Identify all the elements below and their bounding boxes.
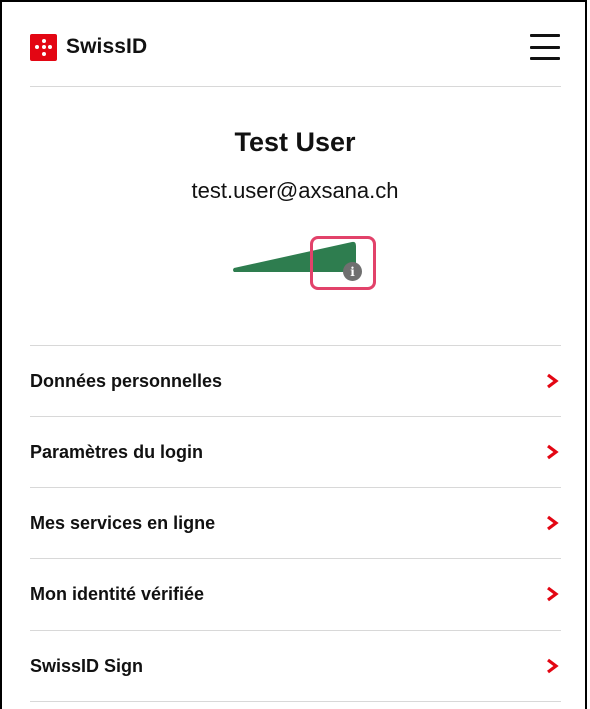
profile-email: test.user@axsana.ch xyxy=(191,178,399,203)
swissid-logo-icon xyxy=(30,33,57,61)
hamburger-menu-icon[interactable] xyxy=(530,34,560,60)
nav-divider xyxy=(30,701,561,702)
chevron-right-icon xyxy=(547,373,559,389)
nav-item-donnees-personnelles[interactable]: Données personnelles xyxy=(30,346,561,416)
brand-logo-link[interactable]: SwissID xyxy=(30,33,148,61)
chevron-right-icon xyxy=(547,658,559,674)
header-divider xyxy=(30,86,561,87)
nav-item-label: Paramètres du login xyxy=(30,441,204,462)
nav-item-label: Données personnelles xyxy=(30,370,223,391)
chevron-right-icon xyxy=(547,515,559,531)
brand-name: SwissID xyxy=(66,35,148,58)
nav-item-parametres-du-login[interactable]: Paramètres du login xyxy=(30,417,561,487)
chevron-right-icon xyxy=(547,586,559,602)
chevron-right-icon xyxy=(547,444,559,460)
info-icon: i xyxy=(343,262,362,281)
security-level-meter: i xyxy=(232,236,382,296)
nav-item-swissid-sign[interactable]: SwissID Sign xyxy=(30,631,561,701)
top-bar: SwissID xyxy=(30,22,562,72)
nav-item-mon-identite-verifiee[interactable]: Mon identité vérifiée xyxy=(30,559,561,629)
nav-item-label: Mes services en ligne xyxy=(30,512,216,533)
info-button[interactable] xyxy=(310,236,376,290)
nav-item-label: SwissID Sign xyxy=(30,655,144,676)
nav-item-label: Mon identité vérifiée xyxy=(30,583,205,604)
profile-name: Test User xyxy=(234,127,356,157)
nav-item-mes-services-en-ligne[interactable]: Mes services en ligne xyxy=(30,488,561,558)
